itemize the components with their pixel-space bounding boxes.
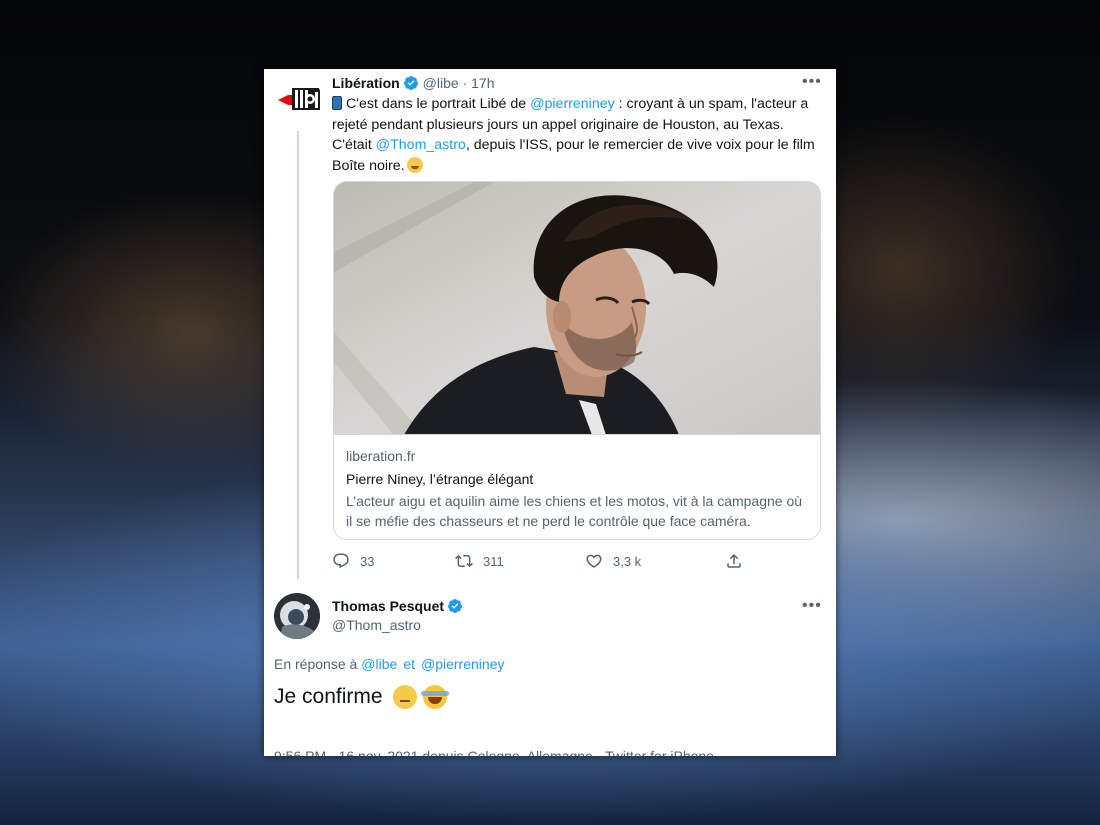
liberation-avatar[interactable]	[274, 76, 322, 124]
author-handle[interactable]: @libe	[423, 75, 459, 91]
mention-link[interactable]: @Thom_astro	[376, 137, 466, 153]
heart-icon	[586, 554, 602, 568]
tweet-thread-card: Libération @libe · 17h ••• C'est dans le…	[264, 69, 836, 756]
reply-mention-libe[interactable]: @libe	[361, 656, 397, 672]
grinning-sweat-emoji-icon	[406, 156, 423, 173]
portrait-illustration	[334, 182, 820, 434]
tweet-text: Je confirme	[274, 685, 449, 709]
link-description: L’acteur aigu et aquilin aime les chiens…	[346, 493, 803, 529]
reply-count: 33	[360, 553, 375, 569]
article-photo	[334, 182, 820, 435]
reply-conjunction: et	[403, 656, 415, 672]
author-name[interactable]: Thomas Pesquet	[332, 598, 444, 614]
separator-dot: ·	[458, 75, 472, 91]
reply-icon	[333, 553, 349, 569]
mention-link[interactable]: @pierreniney	[530, 96, 615, 112]
author-handle[interactable]: @Thom_astro	[332, 617, 421, 633]
tears-of-joy-emoji-icon	[420, 685, 449, 709]
tweet-text: C'est dans le portrait Libé de @pierreni…	[332, 94, 822, 176]
liberation-logo	[278, 88, 320, 110]
more-options-icon[interactable]: •••	[802, 74, 821, 90]
author-line: Thomas Pesquet	[332, 598, 467, 614]
reply-context: En réponse à @libe et @pierreniney	[274, 656, 504, 672]
link-domain: liberation.fr	[346, 448, 416, 464]
verified-badge-icon	[448, 599, 463, 613]
thomas-pesquet-tweet[interactable]: Thomas Pesquet @Thom_astro ••• En répons…	[264, 589, 836, 756]
like-button[interactable]: 3,3 k	[585, 551, 641, 571]
tweet-actions-bar: 33 311 3,3 k	[332, 551, 752, 571]
link-preview-card[interactable]: liberation.fr Pierre Niney, l’étrange él…	[333, 181, 821, 540]
author-name[interactable]: Libération	[332, 75, 400, 91]
thinking-face-emoji-icon	[392, 685, 417, 709]
tweet-header: Libération @libe · 17h	[332, 73, 495, 93]
retweet-button[interactable]: 311	[455, 551, 504, 571]
like-count: 3,3 k	[613, 553, 642, 569]
astronaut-avatar-image	[274, 593, 320, 639]
liberation-tweet[interactable]: Libération @libe · 17h ••• C'est dans le…	[264, 69, 836, 589]
thomas-pesquet-avatar[interactable]	[274, 593, 320, 639]
share-icon	[727, 553, 741, 568]
reply-mention-pierreniney[interactable]: @pierreniney	[421, 656, 504, 672]
tweet-body: Je confirme	[274, 685, 383, 708]
reply-button[interactable]: 33	[332, 551, 374, 571]
retweet-icon	[455, 554, 473, 568]
tweet-timestamp-source[interactable]: 9:56 PM · 16 nov. 2021 depuis Cologne, A…	[274, 748, 714, 756]
link-meta: liberation.fr Pierre Niney, l’étrange él…	[346, 447, 812, 531]
retweet-count: 311	[483, 553, 504, 569]
verified-badge-icon	[403, 76, 418, 90]
thread-connector	[297, 131, 299, 579]
share-button[interactable]	[725, 551, 753, 571]
more-options-icon[interactable]: •••	[802, 598, 821, 614]
tweet-text-segment: C'est dans le portrait Libé de	[346, 96, 531, 112]
link-title: Pierre Niney, l’étrange élégant	[346, 471, 534, 487]
reply-prefix: En réponse à	[274, 656, 358, 672]
mobile-phone-emoji-icon	[332, 96, 342, 110]
tweet-time[interactable]: 17h	[471, 75, 494, 91]
